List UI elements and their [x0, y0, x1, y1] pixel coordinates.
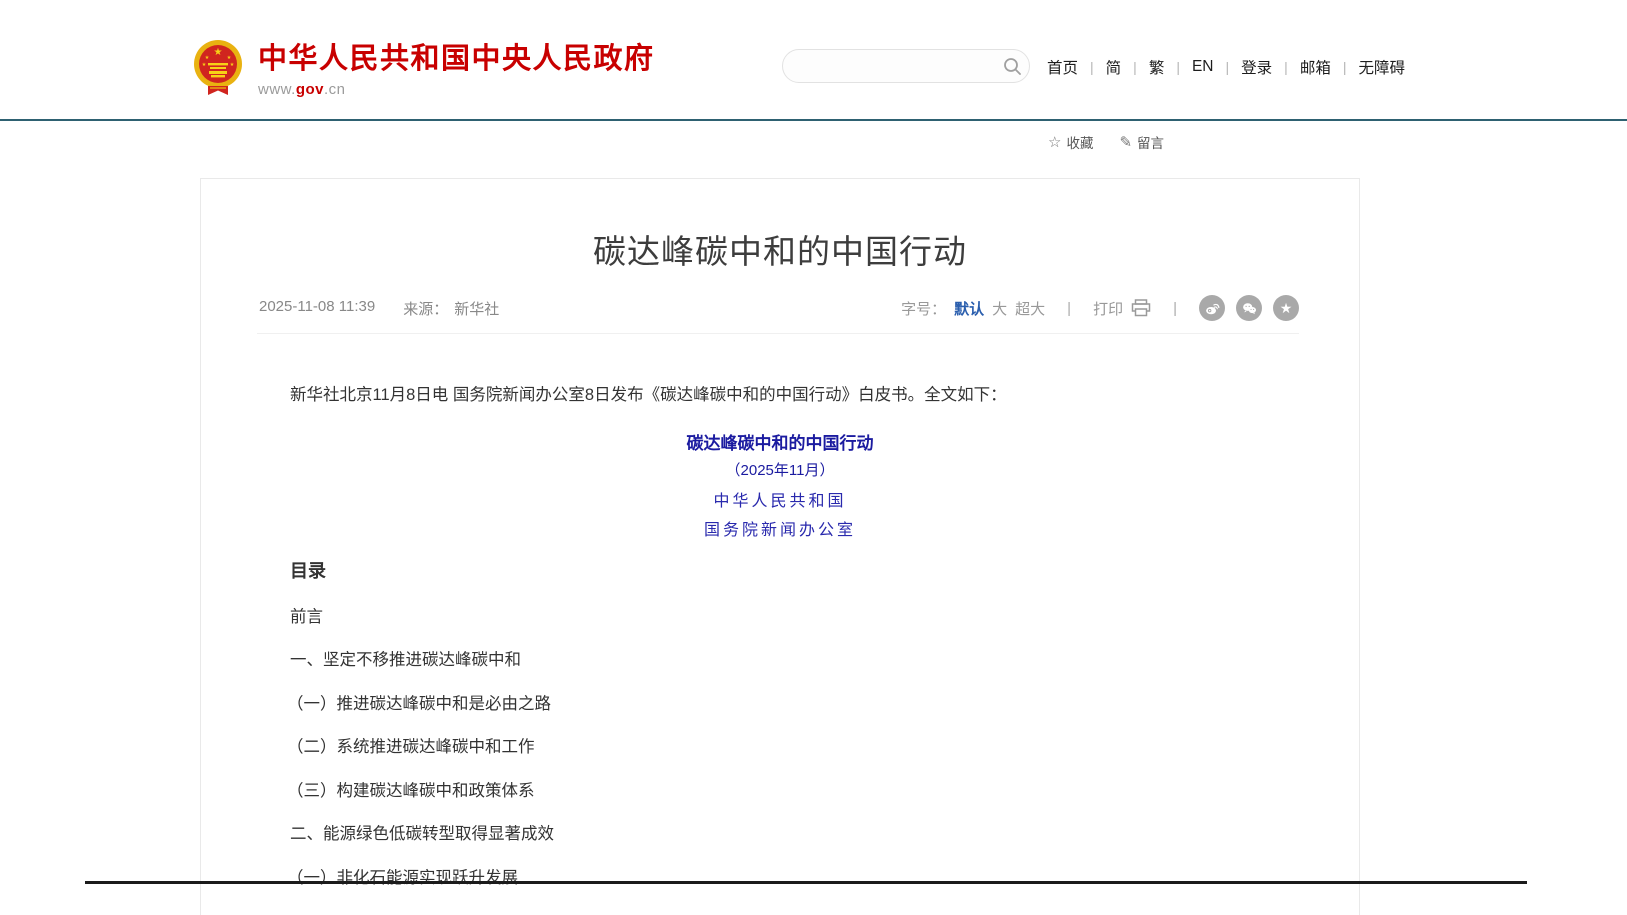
national-emblem-icon: ★ ★ ★ ★ ★ — [192, 38, 244, 96]
page: ★ ★ ★ ★ ★ 中华人民共和国中央人民政府 www.gov.cn — [0, 0, 1627, 915]
brand-text: 中华人民共和国中央人民政府 www.gov.cn — [258, 38, 655, 98]
url-gov: gov — [296, 81, 324, 98]
toc-item: （一）非化石能源实现跃升发展 — [287, 864, 518, 888]
url-cn: .cn — [324, 81, 346, 98]
nav-login[interactable]: 登录 — [1239, 56, 1274, 78]
nav-home[interactable]: 首页 — [1045, 56, 1080, 78]
comment-button[interactable]: ✎ 留言 — [1119, 132, 1164, 152]
article-card: 碳达峰碳中和的中国行动 2025-11-08 11:39 来源： 新华社 字号：… — [200, 178, 1360, 915]
svg-text:★: ★ — [227, 55, 232, 61]
site-header: ★ ★ ★ ★ ★ 中华人民共和国中央人民政府 www.gov.cn — [0, 0, 1627, 119]
nav-separator: | — [1284, 59, 1288, 75]
header-divider-line — [0, 119, 1627, 121]
favorite-button[interactable]: ☆ 收藏 — [1048, 132, 1093, 152]
doc-title: 碳达峰碳中和的中国行动 — [201, 429, 1359, 454]
svg-text:★: ★ — [202, 62, 207, 68]
nav-accessibility[interactable]: 无障碍 — [1356, 56, 1407, 78]
nav-separator: | — [1226, 59, 1230, 75]
site-url: www.gov.cn — [258, 81, 655, 98]
toc-item: （三）构建碳达峰碳中和政策体系 — [287, 777, 535, 801]
toc-item: 前言 — [290, 603, 323, 627]
svg-text:★: ★ — [205, 55, 210, 61]
article-intro: 新华社北京11月8日电 国务院新闻办公室8日发布《碳达峰碳中和的中国行动》白皮书… — [257, 381, 1299, 409]
top-nav: 首页 | 简 | 繁 | EN | 登录 | 邮箱 | 无障碍 — [1045, 56, 1407, 78]
page-actions: ☆ 收藏 ✎ 留言 — [1048, 132, 1164, 152]
toc-title: 目录 — [290, 557, 326, 583]
toc-item: （一）推进碳达峰碳中和是必由之路 — [287, 690, 551, 714]
doc-date: （2025年11月） — [201, 459, 1359, 480]
svg-text:★: ★ — [214, 47, 223, 58]
nav-separator: | — [1133, 59, 1137, 75]
nav-mail[interactable]: 邮箱 — [1298, 56, 1333, 78]
search-box — [782, 49, 1030, 83]
nav-separator: | — [1176, 59, 1180, 75]
nav-english[interactable]: EN — [1190, 58, 1216, 76]
star-icon: ☆ — [1048, 133, 1061, 151]
favorite-label: 收藏 — [1066, 132, 1093, 152]
window-bottom-edge — [85, 881, 1527, 884]
nav-traditional[interactable]: 繁 — [1147, 56, 1167, 78]
nav-separator: | — [1090, 59, 1094, 75]
svg-text:★: ★ — [230, 62, 235, 68]
article-body: 新华社北京11月8日电 国务院新闻办公室8日发布《碳达峰碳中和的中国行动》白皮书… — [201, 179, 1359, 915]
search-input[interactable] — [783, 58, 995, 74]
nav-simplified[interactable]: 简 — [1104, 56, 1124, 78]
toc-item: 二、能源绿色低碳转型取得显著成效 — [290, 820, 554, 844]
comment-label: 留言 — [1137, 132, 1164, 152]
site-title: 中华人民共和国中央人民政府 — [258, 42, 655, 76]
pencil-icon: ✎ — [1119, 133, 1132, 151]
site-logo[interactable]: ★ ★ ★ ★ ★ 中华人民共和国中央人民政府 www.gov.cn — [192, 38, 655, 98]
toc-item: （二）系统推进碳达峰碳中和工作 — [287, 733, 535, 757]
toc-item: 一、坚定不移推进碳达峰碳中和 — [290, 646, 521, 670]
search-icon — [1003, 57, 1022, 76]
url-www: www. — [258, 81, 296, 98]
doc-org-line2: 国务院新闻办公室 — [201, 516, 1359, 540]
search-button[interactable] — [995, 49, 1029, 83]
doc-org-line1: 中华人民共和国 — [201, 487, 1359, 511]
nav-separator: | — [1343, 59, 1347, 75]
